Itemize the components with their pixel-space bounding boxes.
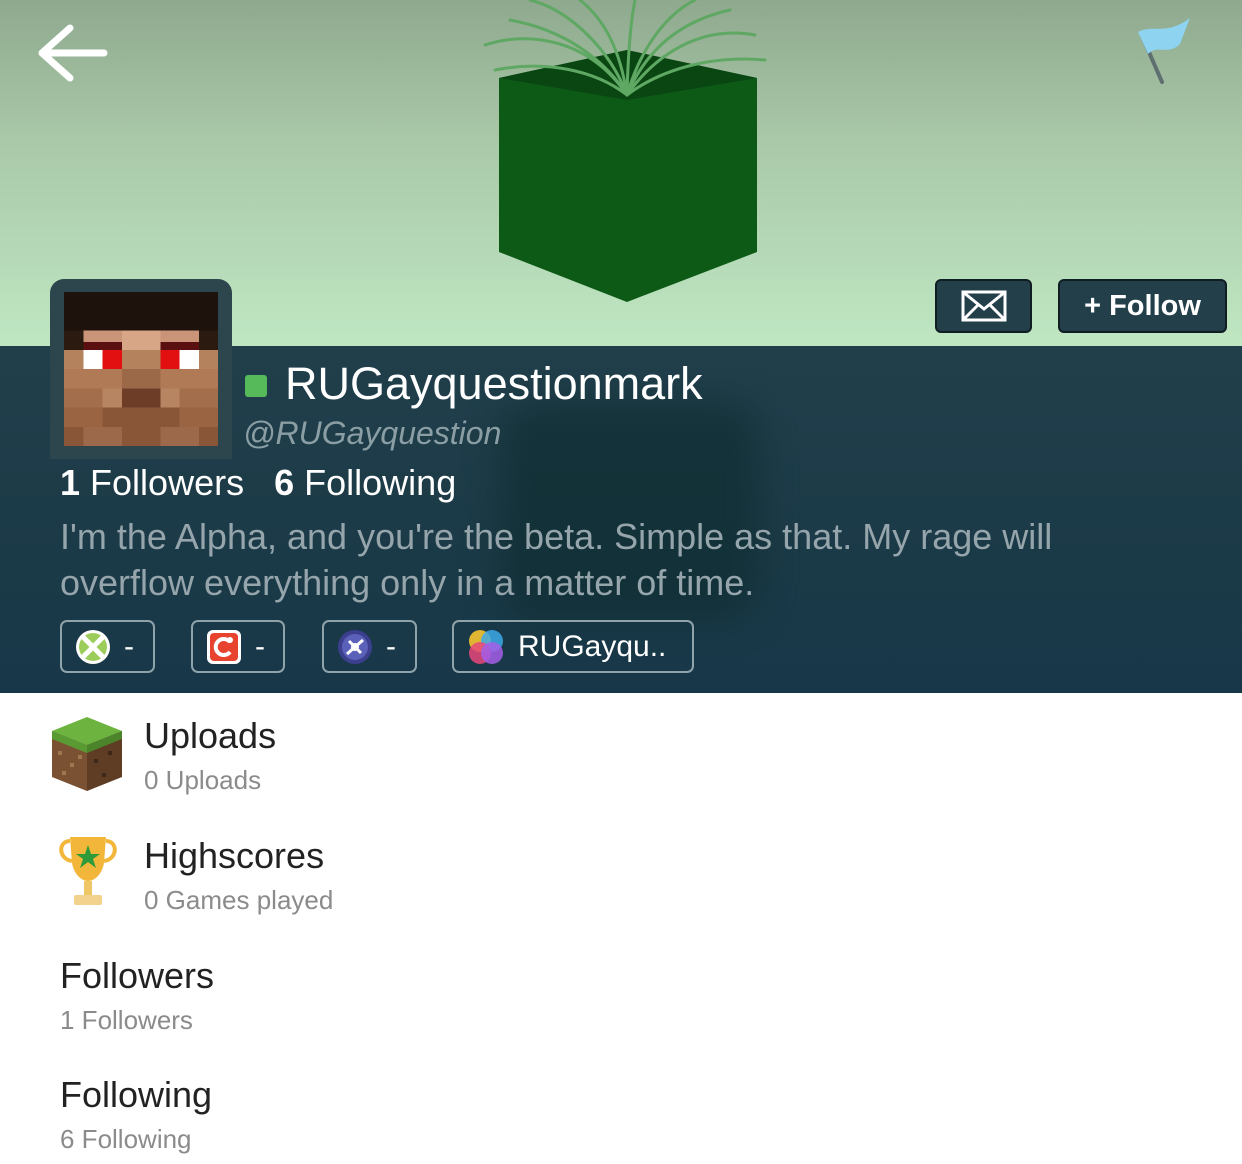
list-item-uploads[interactable]: Uploads 0 Uploads: [0, 705, 1242, 823]
gamecenter-account-value: RUGayqu..: [518, 629, 667, 663]
trophy-icon: [59, 837, 117, 905]
profile-bio: I'm the Alpha, and you're the beta. Simp…: [60, 516, 1053, 603]
flag-icon: [1138, 18, 1190, 84]
follow-counts: 1 Followers 6 Following: [60, 462, 456, 504]
follow-button[interactable]: + Follow: [1058, 279, 1227, 333]
followers-label[interactable]: Followers: [90, 462, 244, 503]
message-button[interactable]: [935, 279, 1032, 333]
uploads-title: Uploads: [144, 715, 277, 756]
following-title: Following: [60, 1074, 213, 1115]
xbox-account-value: -: [124, 629, 134, 663]
online-status-indicator: [245, 375, 267, 397]
followers-count: 1: [60, 462, 81, 503]
playstation-account-chip[interactable]: -: [322, 620, 417, 673]
playstation-account-value: -: [386, 629, 396, 663]
game-center-account-value: -: [255, 629, 265, 663]
playstation-icon: [338, 629, 372, 664]
back-button[interactable]: [30, 18, 114, 88]
following-subtitle: 6 Following: [60, 1124, 192, 1154]
followers-title: Followers: [60, 955, 215, 996]
following-count: 6: [274, 462, 295, 503]
followers-subtitle: 1 Followers: [60, 1005, 193, 1035]
profile-username: RUGayquestionmark: [285, 358, 703, 409]
list-item-following[interactable]: Following 6 Following: [0, 1064, 1242, 1164]
list-item-followers[interactable]: Followers 1 Followers: [0, 945, 1242, 1063]
xbox-account-chip[interactable]: -: [60, 620, 155, 673]
uploads-subtitle: 0 Uploads: [144, 765, 262, 795]
arrow-left-icon: [38, 24, 108, 82]
xbox-icon: [76, 629, 110, 664]
envelope-icon: [961, 290, 1006, 322]
gamecenter-bubbles-icon: [469, 629, 503, 664]
game-center-account-chip[interactable]: -: [191, 620, 285, 673]
report-flag-button[interactable]: [1128, 14, 1198, 88]
profile-handle: @RUGayquestion: [243, 415, 502, 451]
grass-block-banner-art: [483, 0, 767, 302]
highscores-subtitle: 0 Games played: [144, 885, 334, 915]
highscores-title: Highscores: [144, 835, 325, 876]
gamecenter-bubbles-account-chip[interactable]: RUGayqu..: [452, 620, 694, 673]
list-item-highscores[interactable]: Highscores 0 Games played: [0, 825, 1242, 943]
game-center-icon: [207, 629, 241, 664]
avatar[interactable]: [63, 292, 219, 446]
grass-block-icon: [52, 717, 122, 791]
following-label[interactable]: Following: [304, 462, 456, 503]
